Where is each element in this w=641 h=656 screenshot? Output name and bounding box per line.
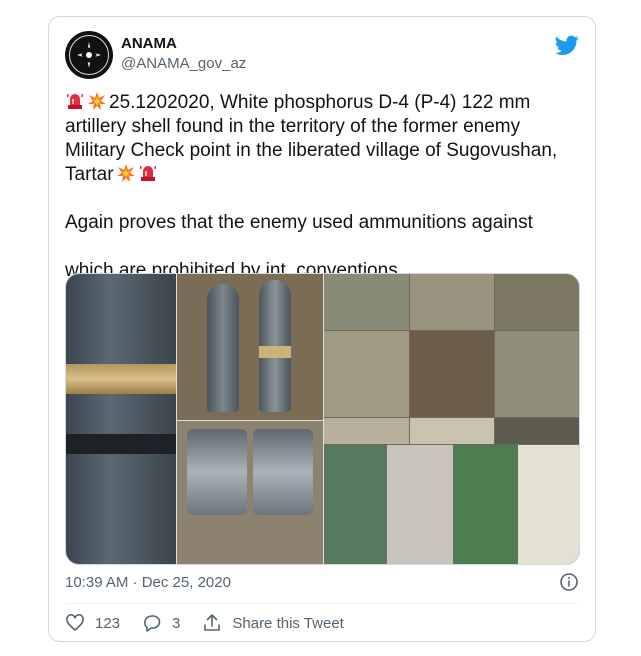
explosion-icon bbox=[116, 164, 135, 182]
info-icon[interactable] bbox=[559, 572, 579, 592]
tweet-card[interactable]: ANAMA @ANAMA_gov_az 25.1202020, White ph… bbox=[48, 16, 596, 642]
author-handle[interactable]: @ANAMA_gov_az bbox=[121, 55, 246, 72]
reply-icon bbox=[144, 615, 161, 632]
share-label: Share this Tweet bbox=[232, 614, 344, 632]
tweet-timestamp[interactable]: 10:39 AM · Dec 25, 2020 bbox=[65, 574, 231, 591]
tweet-actions: 123 3 Share this Tweet bbox=[65, 613, 366, 633]
anama-emblem-icon bbox=[77, 42, 101, 68]
reply-button[interactable]: 3 bbox=[142, 613, 180, 633]
media-photo-shells-upright[interactable] bbox=[177, 274, 323, 420]
siren-icon bbox=[139, 166, 156, 181]
media-photo-shell-bases[interactable] bbox=[177, 421, 323, 564]
heart-icon bbox=[66, 614, 84, 631]
tweet-media-grid[interactable] bbox=[65, 273, 580, 565]
media-photo-collage[interactable] bbox=[324, 274, 579, 564]
like-count: 123 bbox=[95, 614, 121, 632]
anama-logo bbox=[69, 35, 109, 75]
divider bbox=[65, 603, 579, 604]
like-button[interactable]: 123 bbox=[65, 613, 120, 633]
siren-icon bbox=[67, 94, 83, 109]
media-photo-shell-closeup[interactable] bbox=[66, 274, 176, 564]
share-icon bbox=[204, 614, 221, 631]
tweet-paragraph-2-prefix: Again proves that the enemy used ammunit… bbox=[65, 212, 533, 233]
share-button[interactable]: Share this Tweet bbox=[202, 613, 344, 633]
twitter-bird-icon[interactable] bbox=[555, 33, 579, 57]
reply-count: 3 bbox=[172, 614, 181, 632]
author-name[interactable]: ANAMA bbox=[121, 35, 177, 52]
tweet-text: 25.1202020, White phosphorus D-4 (P-4) 1… bbox=[65, 91, 581, 283]
azerbaijan-flag-icon bbox=[65, 238, 89, 254]
avatar[interactable] bbox=[65, 31, 113, 79]
explosion-icon bbox=[88, 92, 106, 110]
